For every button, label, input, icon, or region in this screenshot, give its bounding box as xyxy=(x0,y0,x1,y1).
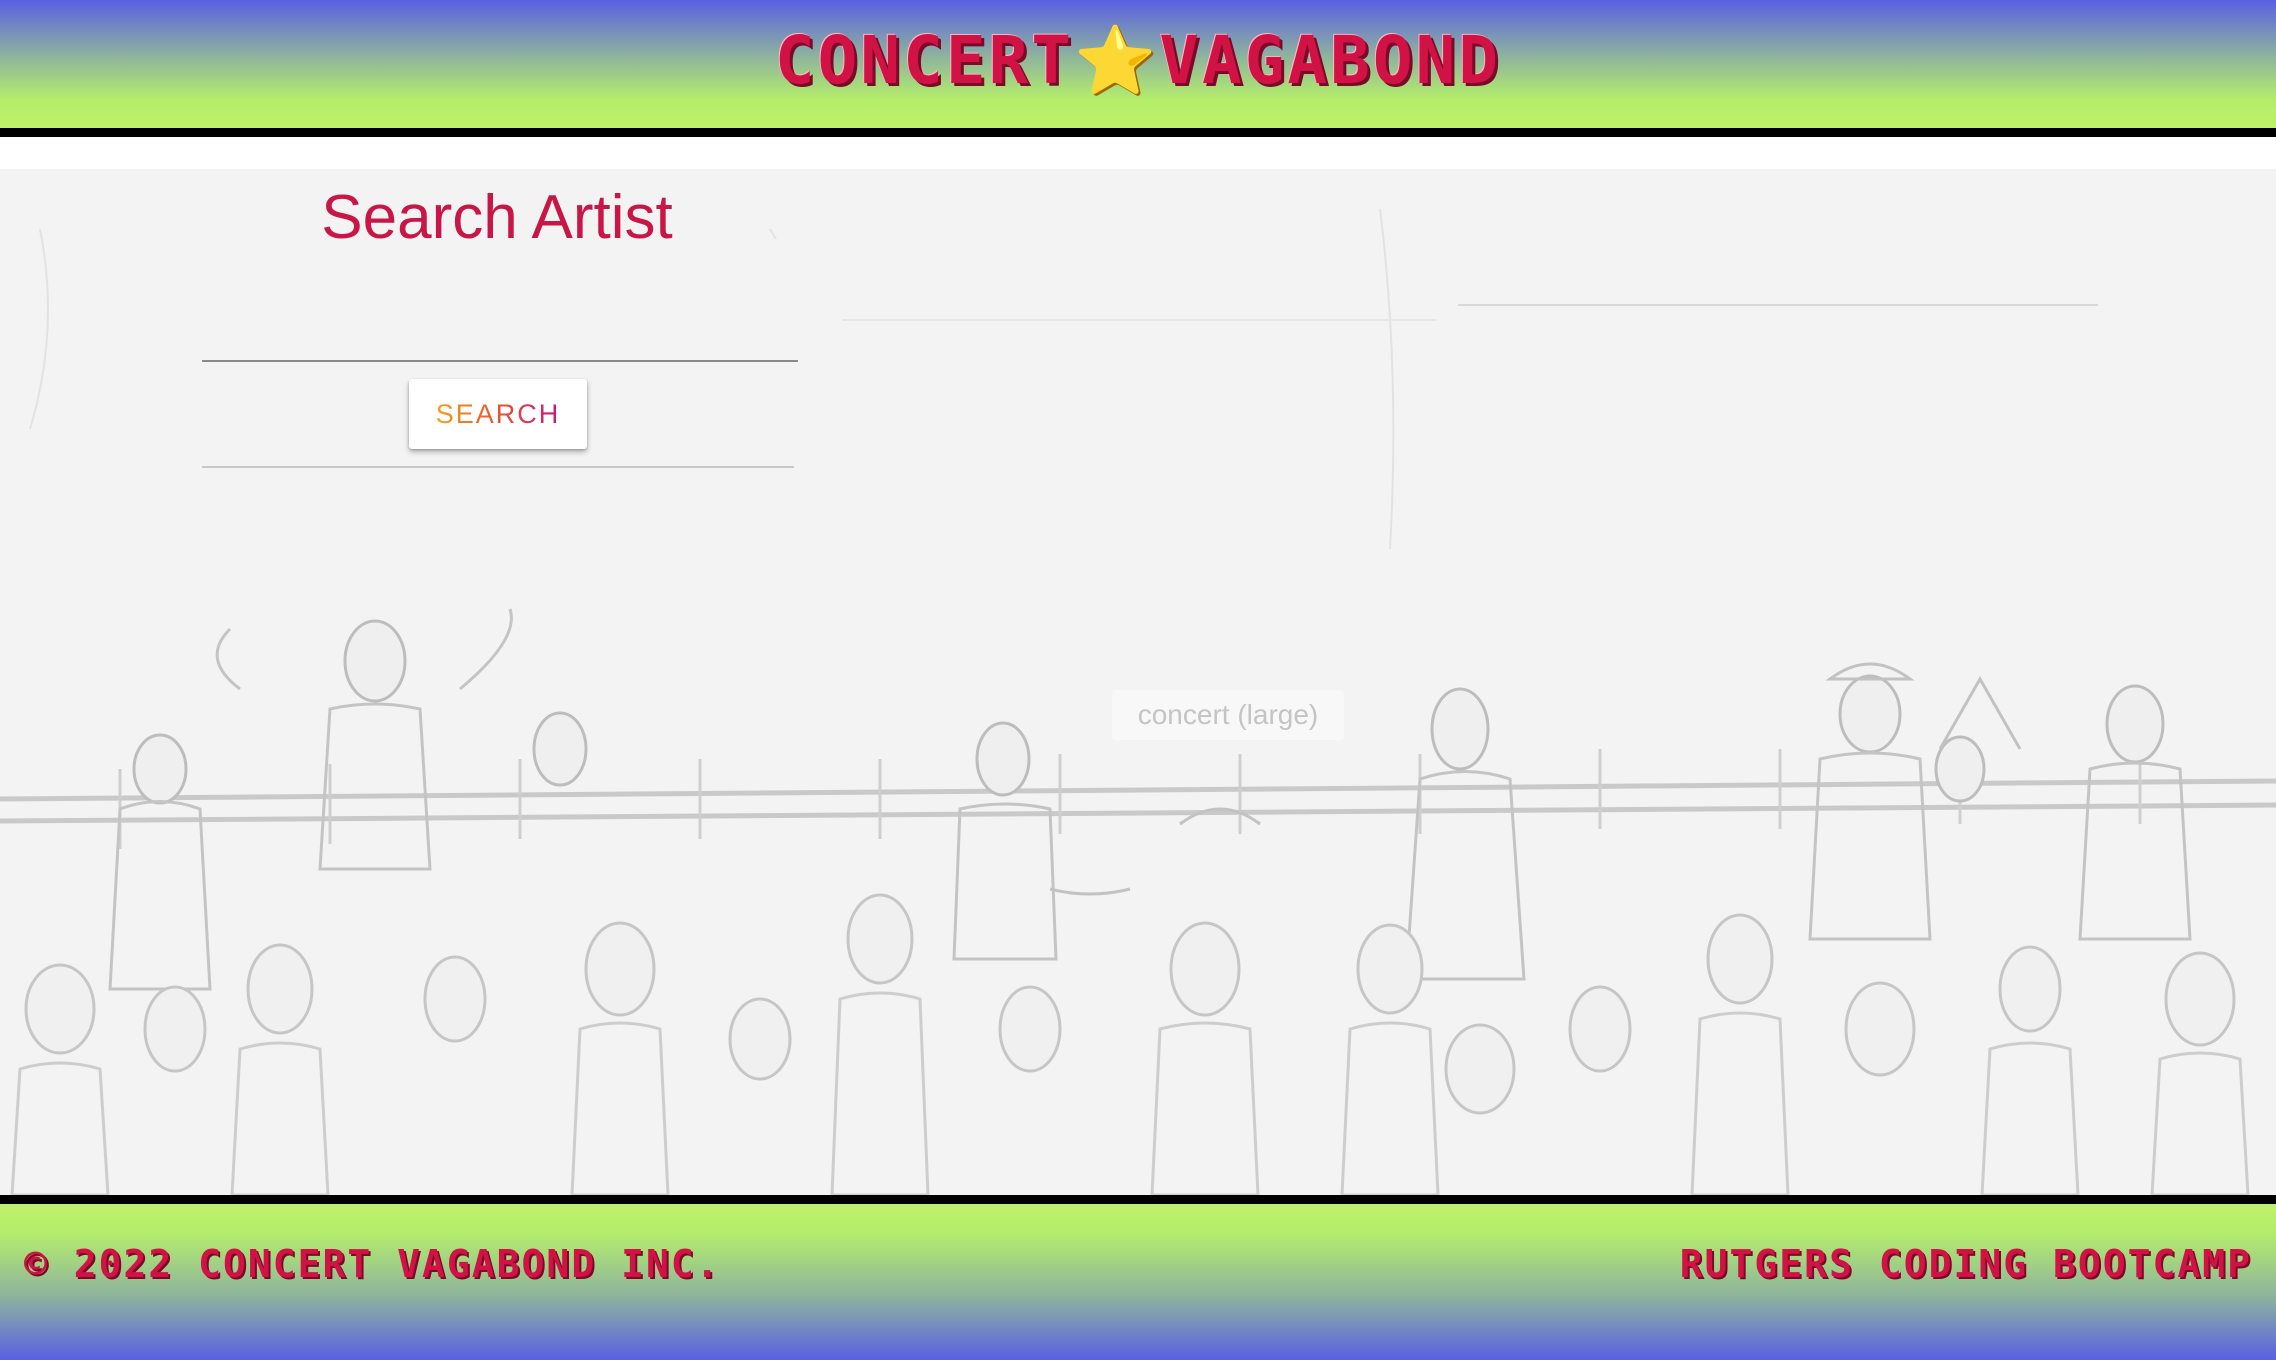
search-button-label: SEARCH xyxy=(435,398,561,429)
footer-divider xyxy=(0,1195,2276,1204)
brand-left: CONCERT xyxy=(774,22,1075,99)
image-alt-text: concert (large) xyxy=(1112,690,1344,740)
main-content xyxy=(0,137,2276,1195)
site-logo[interactable]: CONCERT⭐VAGABOND xyxy=(0,22,2276,100)
search-divider xyxy=(202,466,794,468)
brand-right: VAGABOND xyxy=(1159,22,1502,99)
artist-search-input[interactable] xyxy=(202,318,798,362)
bootcamp-credit: RUTGERS CODING BOOTCAMP xyxy=(1679,1242,2252,1286)
copyright-text: © 2022 CONCERT VAGABOND INC. xyxy=(24,1242,721,1286)
search-artist-title: Search Artist xyxy=(321,183,673,252)
site-footer: © 2022 CONCERT VAGABOND INC. RUTGERS COD… xyxy=(0,1204,2276,1360)
top-divider-center xyxy=(842,319,1436,321)
search-button[interactable]: SEARCH xyxy=(409,379,587,449)
star-icon: ⭐ xyxy=(1074,22,1160,99)
site-header: CONCERT⭐VAGABOND xyxy=(0,0,2276,128)
header-divider xyxy=(0,128,2276,137)
top-divider-right xyxy=(1458,304,2098,306)
